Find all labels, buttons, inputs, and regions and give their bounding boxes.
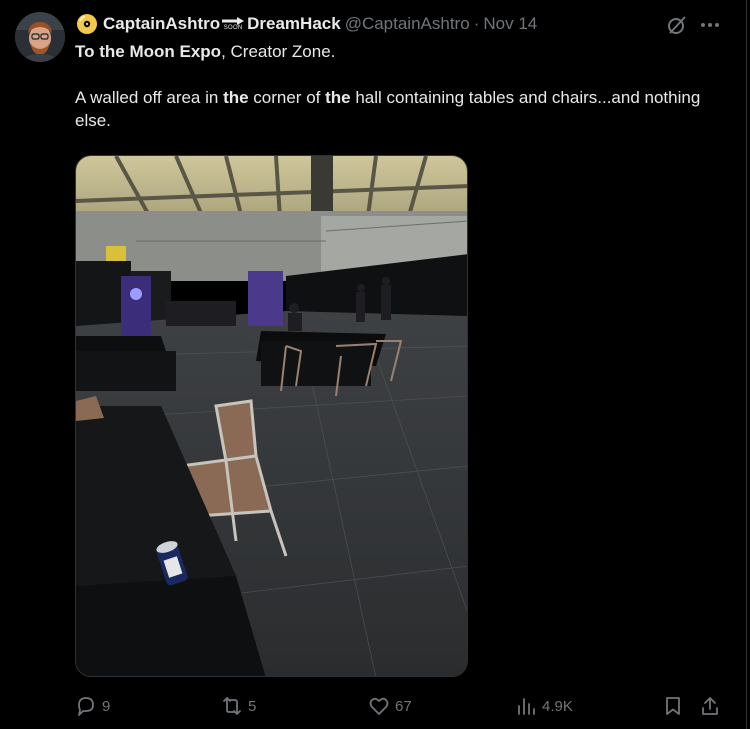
disc-emoji-icon <box>77 14 97 34</box>
like-icon <box>369 697 389 715</box>
tweet-date[interactable]: Nov 14 <box>483 14 537 34</box>
tweet-text-paragraph: A walled off area in the corner of the h… <box>75 88 701 130</box>
tweet-text: To the Moon Expo, Creator Zone. A walled… <box>75 40 735 132</box>
repost-count: 5 <box>248 697 257 715</box>
views-count: 4.9K <box>542 697 573 715</box>
action-bar: 9 5 67 4.9K <box>75 692 725 720</box>
soon-arrow-emoji-icon: SOON <box>222 16 245 32</box>
tweet-photo[interactable] <box>75 155 468 677</box>
views-button[interactable]: 4.9K <box>515 692 573 720</box>
author-handle[interactable]: @CaptainAshtro <box>345 14 470 34</box>
tweet-header: CaptainAshtro SOON DreamHack @CaptainAsh… <box>76 12 537 36</box>
reply-button[interactable]: 9 <box>75 692 110 720</box>
share-icon <box>702 697 718 715</box>
meta-separator: · <box>473 14 480 33</box>
repost-button[interactable]: 5 <box>221 692 256 720</box>
reply-count: 9 <box>102 697 111 715</box>
views-icon <box>518 698 535 715</box>
avatar[interactable] <box>15 12 65 62</box>
like-count: 67 <box>395 697 412 715</box>
reply-icon <box>78 697 94 716</box>
column-divider <box>746 0 747 729</box>
repost-icon <box>223 697 241 715</box>
event-name: To the Moon Expo <box>75 42 222 61</box>
grok-icon[interactable] <box>666 14 688 36</box>
tweet-text-line1: To the Moon Expo, Creator Zone. <box>75 42 336 61</box>
share-button[interactable] <box>699 692 721 720</box>
bookmark-button[interactable] <box>662 692 684 720</box>
display-name-part1[interactable]: CaptainAshtro <box>103 14 220 34</box>
more-icon[interactable] <box>698 14 722 36</box>
like-button[interactable]: 67 <box>368 692 412 720</box>
display-name-part2[interactable]: DreamHack <box>247 14 341 34</box>
bookmark-icon <box>666 697 680 715</box>
